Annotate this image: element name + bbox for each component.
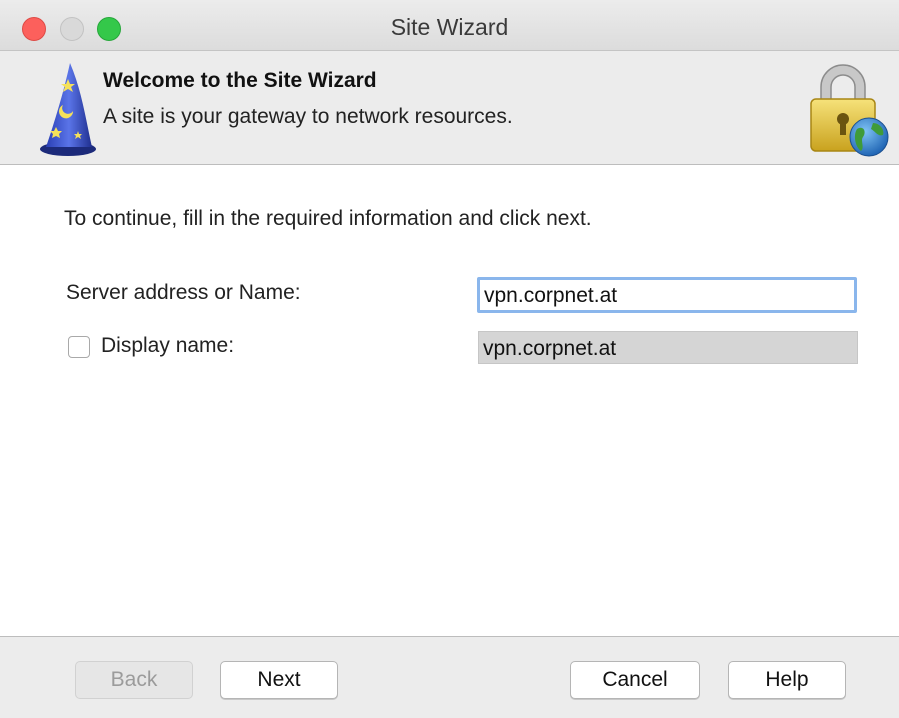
server-address-label: Server address or Name: bbox=[66, 281, 301, 304]
display-name-checkbox[interactable] bbox=[68, 336, 90, 358]
display-name-label[interactable]: Display name: bbox=[101, 334, 234, 358]
back-button: Back bbox=[75, 661, 193, 699]
lock-globe-icon bbox=[810, 64, 889, 157]
wizard-banner: Welcome to the Site Wizard A site is you… bbox=[0, 51, 899, 165]
banner-subtitle: A site is your gateway to network resour… bbox=[103, 105, 513, 128]
window-title: Site Wizard bbox=[390, 14, 509, 40]
banner-title: Welcome to the Site Wizard bbox=[103, 69, 377, 92]
next-button[interactable]: Next bbox=[220, 661, 338, 699]
button-bar: Back Next Cancel Help bbox=[0, 636, 899, 718]
display-name-field: vpn.corpnet.at bbox=[478, 331, 858, 364]
server-address-input[interactable] bbox=[477, 277, 857, 313]
help-button[interactable]: Help bbox=[728, 661, 846, 699]
wizard-hat-icon bbox=[40, 63, 96, 156]
title-bar: Site Wizard bbox=[0, 0, 899, 51]
cancel-button[interactable]: Cancel bbox=[570, 661, 700, 699]
instructions-text: To continue, fill in the required inform… bbox=[64, 207, 592, 230]
